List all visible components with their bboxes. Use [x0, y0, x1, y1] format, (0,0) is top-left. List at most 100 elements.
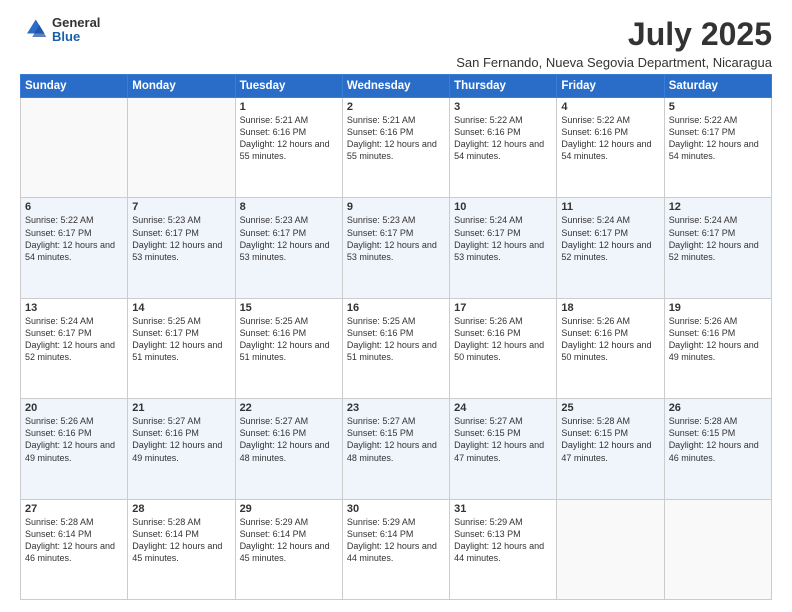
- calendar-cell: 25Sunrise: 5:28 AM Sunset: 6:15 PM Dayli…: [557, 399, 664, 499]
- day-number: 10: [454, 201, 552, 213]
- day-info: Sunrise: 5:24 AM Sunset: 6:17 PM Dayligh…: [454, 214, 552, 263]
- calendar-cell: 11Sunrise: 5:24 AM Sunset: 6:17 PM Dayli…: [557, 198, 664, 298]
- day-info: Sunrise: 5:24 AM Sunset: 6:17 PM Dayligh…: [669, 214, 767, 263]
- day-header-friday: Friday: [557, 75, 664, 98]
- day-number: 21: [132, 402, 230, 414]
- calendar-cell: 27Sunrise: 5:28 AM Sunset: 6:14 PM Dayli…: [21, 499, 128, 599]
- day-info: Sunrise: 5:22 AM Sunset: 6:17 PM Dayligh…: [25, 214, 123, 263]
- day-info: Sunrise: 5:28 AM Sunset: 6:15 PM Dayligh…: [669, 415, 767, 464]
- day-number: 11: [561, 201, 659, 213]
- day-number: 19: [669, 302, 767, 314]
- calendar-cell: 28Sunrise: 5:28 AM Sunset: 6:14 PM Dayli…: [128, 499, 235, 599]
- header: General Blue July 2025 San Fernando, Nue…: [20, 16, 772, 70]
- day-header-saturday: Saturday: [664, 75, 771, 98]
- day-info: Sunrise: 5:27 AM Sunset: 6:15 PM Dayligh…: [454, 415, 552, 464]
- calendar-cell: [21, 98, 128, 198]
- calendar-week-row: 27Sunrise: 5:28 AM Sunset: 6:14 PM Dayli…: [21, 499, 772, 599]
- day-number: 27: [25, 503, 123, 515]
- logo-text: General Blue: [52, 16, 100, 45]
- calendar-cell: 18Sunrise: 5:26 AM Sunset: 6:16 PM Dayli…: [557, 298, 664, 398]
- day-info: Sunrise: 5:24 AM Sunset: 6:17 PM Dayligh…: [25, 315, 123, 364]
- day-info: Sunrise: 5:21 AM Sunset: 6:16 PM Dayligh…: [240, 114, 338, 163]
- calendar-cell: 21Sunrise: 5:27 AM Sunset: 6:16 PM Dayli…: [128, 399, 235, 499]
- subtitle: San Fernando, Nueva Segovia Department, …: [456, 55, 772, 70]
- logo-blue: Blue: [52, 30, 100, 44]
- day-number: 20: [25, 402, 123, 414]
- calendar-cell: 1Sunrise: 5:21 AM Sunset: 6:16 PM Daylig…: [235, 98, 342, 198]
- day-info: Sunrise: 5:25 AM Sunset: 6:16 PM Dayligh…: [347, 315, 445, 364]
- day-info: Sunrise: 5:23 AM Sunset: 6:17 PM Dayligh…: [240, 214, 338, 263]
- calendar-cell: 10Sunrise: 5:24 AM Sunset: 6:17 PM Dayli…: [450, 198, 557, 298]
- calendar-cell: 9Sunrise: 5:23 AM Sunset: 6:17 PM Daylig…: [342, 198, 449, 298]
- logo-icon: [20, 16, 48, 44]
- calendar-cell: 2Sunrise: 5:21 AM Sunset: 6:16 PM Daylig…: [342, 98, 449, 198]
- day-number: 4: [561, 101, 659, 113]
- calendar-header-row: SundayMondayTuesdayWednesdayThursdayFrid…: [21, 75, 772, 98]
- day-header-sunday: Sunday: [21, 75, 128, 98]
- day-number: 1: [240, 101, 338, 113]
- calendar-cell: 31Sunrise: 5:29 AM Sunset: 6:13 PM Dayli…: [450, 499, 557, 599]
- calendar-cell: 15Sunrise: 5:25 AM Sunset: 6:16 PM Dayli…: [235, 298, 342, 398]
- day-number: 24: [454, 402, 552, 414]
- day-number: 9: [347, 201, 445, 213]
- day-number: 14: [132, 302, 230, 314]
- day-info: Sunrise: 5:27 AM Sunset: 6:16 PM Dayligh…: [240, 415, 338, 464]
- day-number: 12: [669, 201, 767, 213]
- day-info: Sunrise: 5:22 AM Sunset: 6:16 PM Dayligh…: [454, 114, 552, 163]
- day-number: 17: [454, 302, 552, 314]
- day-info: Sunrise: 5:29 AM Sunset: 6:13 PM Dayligh…: [454, 516, 552, 565]
- calendar-cell: 7Sunrise: 5:23 AM Sunset: 6:17 PM Daylig…: [128, 198, 235, 298]
- day-info: Sunrise: 5:28 AM Sunset: 6:15 PM Dayligh…: [561, 415, 659, 464]
- day-header-wednesday: Wednesday: [342, 75, 449, 98]
- calendar-cell: 12Sunrise: 5:24 AM Sunset: 6:17 PM Dayli…: [664, 198, 771, 298]
- day-number: 7: [132, 201, 230, 213]
- day-number: 6: [25, 201, 123, 213]
- calendar-cell: 17Sunrise: 5:26 AM Sunset: 6:16 PM Dayli…: [450, 298, 557, 398]
- day-number: 8: [240, 201, 338, 213]
- day-header-monday: Monday: [128, 75, 235, 98]
- day-number: 3: [454, 101, 552, 113]
- calendar-cell: 5Sunrise: 5:22 AM Sunset: 6:17 PM Daylig…: [664, 98, 771, 198]
- calendar-cell: 20Sunrise: 5:26 AM Sunset: 6:16 PM Dayli…: [21, 399, 128, 499]
- calendar-cell: [664, 499, 771, 599]
- calendar-cell: [557, 499, 664, 599]
- calendar-week-row: 13Sunrise: 5:24 AM Sunset: 6:17 PM Dayli…: [21, 298, 772, 398]
- logo-general: General: [52, 16, 100, 30]
- calendar-cell: 24Sunrise: 5:27 AM Sunset: 6:15 PM Dayli…: [450, 399, 557, 499]
- calendar-cell: 6Sunrise: 5:22 AM Sunset: 6:17 PM Daylig…: [21, 198, 128, 298]
- day-number: 15: [240, 302, 338, 314]
- day-info: Sunrise: 5:28 AM Sunset: 6:14 PM Dayligh…: [25, 516, 123, 565]
- calendar-cell: 30Sunrise: 5:29 AM Sunset: 6:14 PM Dayli…: [342, 499, 449, 599]
- logo: General Blue: [20, 16, 100, 45]
- day-info: Sunrise: 5:23 AM Sunset: 6:17 PM Dayligh…: [347, 214, 445, 263]
- day-info: Sunrise: 5:29 AM Sunset: 6:14 PM Dayligh…: [240, 516, 338, 565]
- calendar-cell: 3Sunrise: 5:22 AM Sunset: 6:16 PM Daylig…: [450, 98, 557, 198]
- day-info: Sunrise: 5:27 AM Sunset: 6:15 PM Dayligh…: [347, 415, 445, 464]
- day-info: Sunrise: 5:29 AM Sunset: 6:14 PM Dayligh…: [347, 516, 445, 565]
- day-info: Sunrise: 5:24 AM Sunset: 6:17 PM Dayligh…: [561, 214, 659, 263]
- day-number: 22: [240, 402, 338, 414]
- day-number: 5: [669, 101, 767, 113]
- day-info: Sunrise: 5:23 AM Sunset: 6:17 PM Dayligh…: [132, 214, 230, 263]
- day-number: 31: [454, 503, 552, 515]
- title-section: July 2025 San Fernando, Nueva Segovia De…: [456, 16, 772, 70]
- calendar-week-row: 1Sunrise: 5:21 AM Sunset: 6:16 PM Daylig…: [21, 98, 772, 198]
- day-number: 29: [240, 503, 338, 515]
- main-title: July 2025: [456, 16, 772, 53]
- day-header-thursday: Thursday: [450, 75, 557, 98]
- day-info: Sunrise: 5:26 AM Sunset: 6:16 PM Dayligh…: [669, 315, 767, 364]
- day-number: 26: [669, 402, 767, 414]
- day-info: Sunrise: 5:26 AM Sunset: 6:16 PM Dayligh…: [561, 315, 659, 364]
- calendar-cell: 13Sunrise: 5:24 AM Sunset: 6:17 PM Dayli…: [21, 298, 128, 398]
- day-number: 28: [132, 503, 230, 515]
- calendar-cell: 4Sunrise: 5:22 AM Sunset: 6:16 PM Daylig…: [557, 98, 664, 198]
- day-info: Sunrise: 5:26 AM Sunset: 6:16 PM Dayligh…: [454, 315, 552, 364]
- calendar-cell: 14Sunrise: 5:25 AM Sunset: 6:17 PM Dayli…: [128, 298, 235, 398]
- day-info: Sunrise: 5:26 AM Sunset: 6:16 PM Dayligh…: [25, 415, 123, 464]
- calendar-table: SundayMondayTuesdayWednesdayThursdayFrid…: [20, 74, 772, 600]
- day-info: Sunrise: 5:28 AM Sunset: 6:14 PM Dayligh…: [132, 516, 230, 565]
- day-number: 25: [561, 402, 659, 414]
- calendar-cell: 19Sunrise: 5:26 AM Sunset: 6:16 PM Dayli…: [664, 298, 771, 398]
- calendar-week-row: 6Sunrise: 5:22 AM Sunset: 6:17 PM Daylig…: [21, 198, 772, 298]
- day-info: Sunrise: 5:21 AM Sunset: 6:16 PM Dayligh…: [347, 114, 445, 163]
